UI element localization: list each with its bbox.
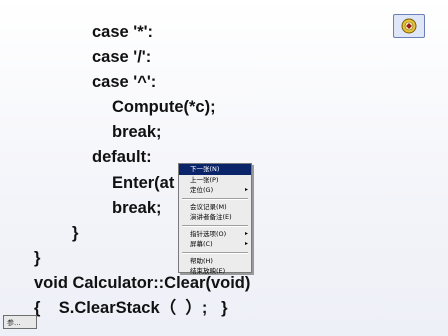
context-menu-item[interactable]: 指针选项(O) ▸: [179, 229, 251, 240]
slide-navigation-button[interactable]: 参...: [3, 315, 37, 329]
context-menu-item-label: 帮助(H): [190, 256, 213, 265]
menu-separator: [182, 197, 248, 200]
context-menu-item[interactable]: 结束放映(E): [179, 266, 251, 277]
code-line: break;: [112, 123, 162, 141]
context-menu-item-label: 指针选项(O): [190, 229, 227, 238]
context-menu-item[interactable]: 上一张(P): [179, 175, 251, 186]
context-menu-item-label: 会议记录(M): [190, 202, 227, 211]
context-menu-item[interactable]: 下一张(N): [179, 164, 251, 175]
menu-separator: [182, 251, 248, 254]
code-line: Enter(at: [112, 174, 175, 192]
menu-separator: [182, 224, 248, 227]
code-line: case '^':: [92, 73, 157, 91]
context-menu-item-label: 演讲者备注(E): [190, 213, 232, 221]
code-line: Compute(*c);: [112, 98, 216, 116]
context-menu-item-label: 下一张(N): [190, 165, 220, 173]
context-menu-item-label: 上一张(P): [190, 175, 219, 184]
context-menu-item[interactable]: 帮助(H): [179, 256, 251, 267]
code-line: case '*':: [92, 23, 154, 41]
context-menu-item[interactable]: 定位(G) ▸: [179, 185, 251, 196]
school-emblem-icon: [393, 14, 425, 38]
context-menu: 下一张(N) 上一张(P) 定位(G) ▸ 会议记录(M) 演讲者备注(E) 指针选项(O)…: [178, 163, 252, 275]
context-menu-item-label: 屏幕(C): [190, 240, 213, 248]
code-line: { S.ClearStack（ ）; }: [34, 299, 228, 317]
submenu-arrow-icon: ▸: [244, 229, 248, 237]
submenu-arrow-icon: ▸: [244, 240, 248, 247]
code-line: }: [34, 249, 41, 267]
pager-label: 参...: [7, 319, 21, 327]
context-menu-item[interactable]: 会议记录(M): [179, 202, 251, 213]
submenu-arrow-icon: ▸: [244, 186, 248, 193]
code-line: default:: [92, 148, 152, 166]
slide: case '*': case '/': case '^': Compute(*c…: [0, 0, 448, 336]
context-menu-item[interactable]: 屏幕(C) ▸: [179, 239, 251, 250]
code-line: break;: [112, 199, 162, 217]
context-menu-item[interactable]: 演讲者备注(E): [179, 212, 251, 223]
context-menu-item-label: 定位(G): [190, 186, 214, 194]
code-line: case '/':: [92, 48, 152, 66]
code-line: }: [72, 224, 79, 242]
context-menu-item-label: 结束放映(E): [190, 267, 226, 275]
